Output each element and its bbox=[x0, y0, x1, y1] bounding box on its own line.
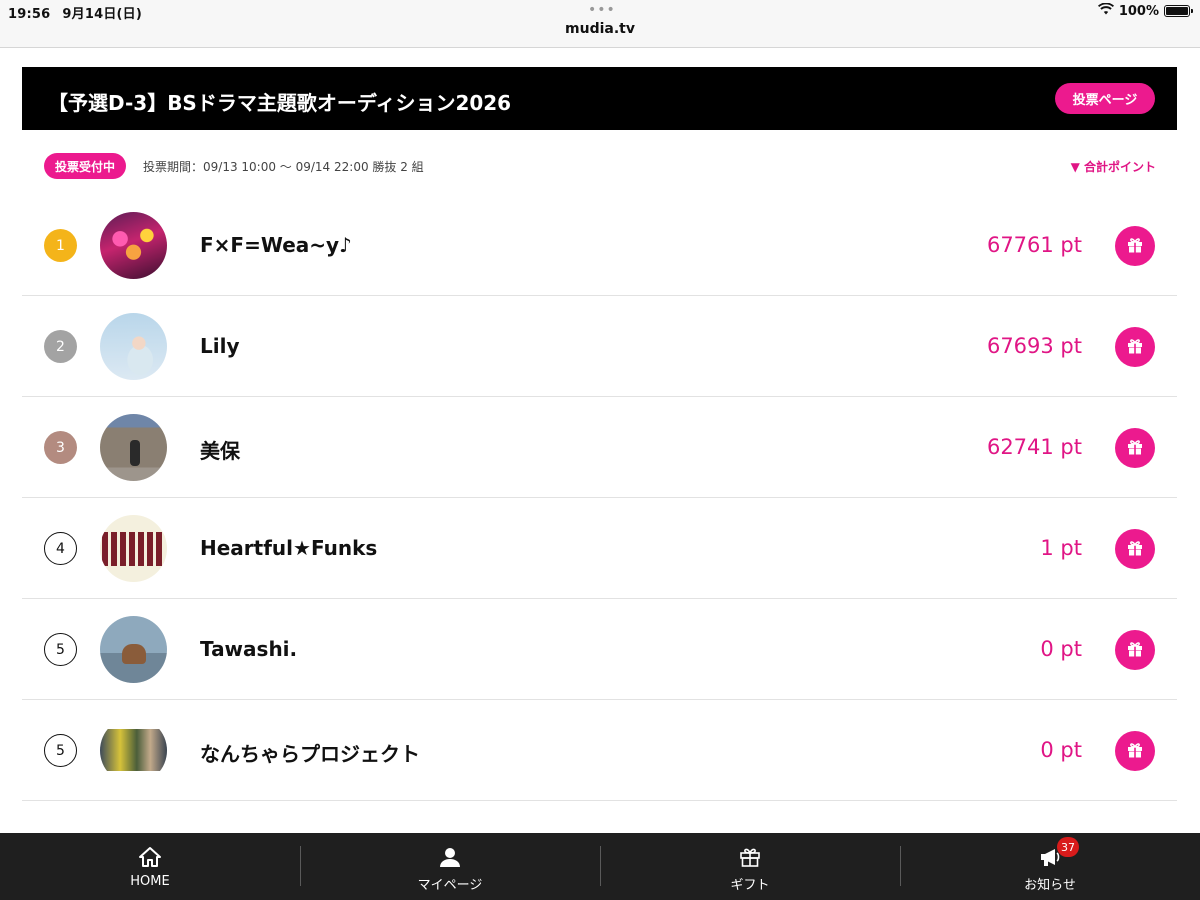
ranking-row[interactable]: 1 F×F=Wea~y♪ 67761 pt bbox=[22, 195, 1177, 296]
contest-header: 【予選D-3】BSドラマ主題歌オーディション2026 投票ページ bbox=[22, 67, 1177, 130]
info-row: 投票受付中 投票期間：09/13 10:00 〜 09/14 22:00 勝抜 … bbox=[44, 153, 1156, 179]
artist-name[interactable]: 美保 bbox=[200, 435, 240, 464]
gift-button[interactable] bbox=[1115, 327, 1155, 367]
url-label[interactable]: mudia.tv bbox=[0, 21, 1200, 37]
points: 62741 pt bbox=[986, 435, 1082, 459]
browser-dots-menu[interactable]: ••• bbox=[588, 2, 616, 18]
vote-period: 投票期間：09/13 10:00 〜 09/14 22:00 勝抜 2 組 bbox=[143, 160, 424, 174]
avatar[interactable] bbox=[100, 616, 167, 683]
avatar[interactable] bbox=[100, 717, 167, 784]
notification-badge: 37 bbox=[1057, 837, 1079, 857]
points: 67693 pt bbox=[986, 334, 1082, 358]
points: 0 pt bbox=[1040, 637, 1082, 661]
gift-icon bbox=[1126, 640, 1144, 661]
gift-button[interactable] bbox=[1115, 428, 1155, 468]
tab-label: お知らせ bbox=[1024, 878, 1076, 893]
avatar[interactable] bbox=[100, 212, 167, 279]
artist-name[interactable]: F×F=Wea~y♪ bbox=[200, 233, 352, 257]
avatar[interactable] bbox=[100, 414, 167, 481]
gift-button[interactable] bbox=[1115, 529, 1155, 569]
ranking-row[interactable]: 3 美保 62741 pt bbox=[22, 397, 1177, 498]
tab-mypage[interactable]: マイページ bbox=[300, 833, 600, 900]
vote-page-button[interactable]: 投票ページ bbox=[1055, 83, 1155, 114]
avatar[interactable] bbox=[100, 313, 167, 380]
ranking-row[interactable]: 2 Lily 67693 pt bbox=[22, 296, 1177, 397]
artist-name[interactable]: Heartful★Funks bbox=[200, 536, 377, 560]
sort-toggle[interactable]: ▼ 合計ポイント bbox=[1071, 158, 1156, 175]
tab-label: HOME bbox=[130, 874, 170, 889]
gift-icon bbox=[1126, 236, 1144, 257]
status-badge: 投票受付中 bbox=[44, 153, 127, 179]
battery-icon bbox=[1164, 5, 1193, 17]
gift-icon bbox=[1126, 741, 1144, 762]
gift-icon bbox=[1126, 337, 1144, 358]
artist-name[interactable]: なんちゃらプロジェクト bbox=[200, 738, 420, 767]
contest-title: 【予選D-3】BSドラマ主題歌オーディション2026 bbox=[48, 91, 512, 115]
tab-label: ギフト bbox=[730, 878, 770, 893]
artist-name[interactable]: Tawashi. bbox=[200, 637, 297, 661]
status-time: 19:56 bbox=[8, 7, 51, 22]
battery-percent: 100% bbox=[1118, 3, 1159, 19]
gift-button[interactable] bbox=[1115, 630, 1155, 670]
ranking-row[interactable]: 4 Heartful★Funks 1 pt bbox=[22, 498, 1177, 599]
status-bar: 19:56 9月14日(日) ••• mudia.tv 100% bbox=[0, 0, 1200, 48]
rank-badge: 4 bbox=[44, 532, 77, 565]
status-right: 100% bbox=[1097, 2, 1193, 19]
points: 1 pt bbox=[1040, 536, 1082, 560]
tab-home[interactable]: HOME bbox=[0, 833, 300, 900]
rank-badge: 1 bbox=[44, 229, 77, 262]
user-icon bbox=[437, 845, 463, 869]
points: 0 pt bbox=[1040, 738, 1082, 762]
rank-badge: 2 bbox=[44, 330, 77, 363]
rank-badge: 3 bbox=[44, 431, 77, 464]
tab-gift[interactable]: ギフト bbox=[600, 833, 900, 900]
tab-bar: HOME マイページ ギフト 37 お知らせ bbox=[0, 833, 1200, 900]
tab-label: マイページ bbox=[417, 878, 483, 893]
points: 67761 pt bbox=[986, 233, 1082, 257]
ranking-list: 1 F×F=Wea~y♪ 67761 pt 2 Lily 67693 pt 3 … bbox=[22, 195, 1177, 801]
artist-name[interactable]: Lily bbox=[200, 334, 240, 358]
ranking-row[interactable]: 5 Tawashi. 0 pt bbox=[22, 599, 1177, 700]
gift-button[interactable] bbox=[1115, 226, 1155, 266]
gift-icon bbox=[1126, 539, 1144, 560]
avatar[interactable] bbox=[100, 515, 167, 582]
gift-icon bbox=[1126, 438, 1144, 459]
gift-button[interactable] bbox=[1115, 731, 1155, 771]
rank-badge: 5 bbox=[44, 633, 77, 666]
wifi-icon bbox=[1097, 2, 1114, 19]
tab-notifications[interactable]: 37 お知らせ bbox=[900, 833, 1200, 900]
status-time-date: 19:56 9月14日(日) bbox=[8, 3, 154, 22]
status-date: 9月14日(日) bbox=[62, 7, 143, 22]
gift-icon bbox=[737, 845, 763, 869]
home-icon bbox=[137, 845, 163, 869]
ranking-row[interactable]: 5 なんちゃらプロジェクト 0 pt bbox=[22, 700, 1177, 801]
rank-badge: 5 bbox=[44, 734, 77, 767]
